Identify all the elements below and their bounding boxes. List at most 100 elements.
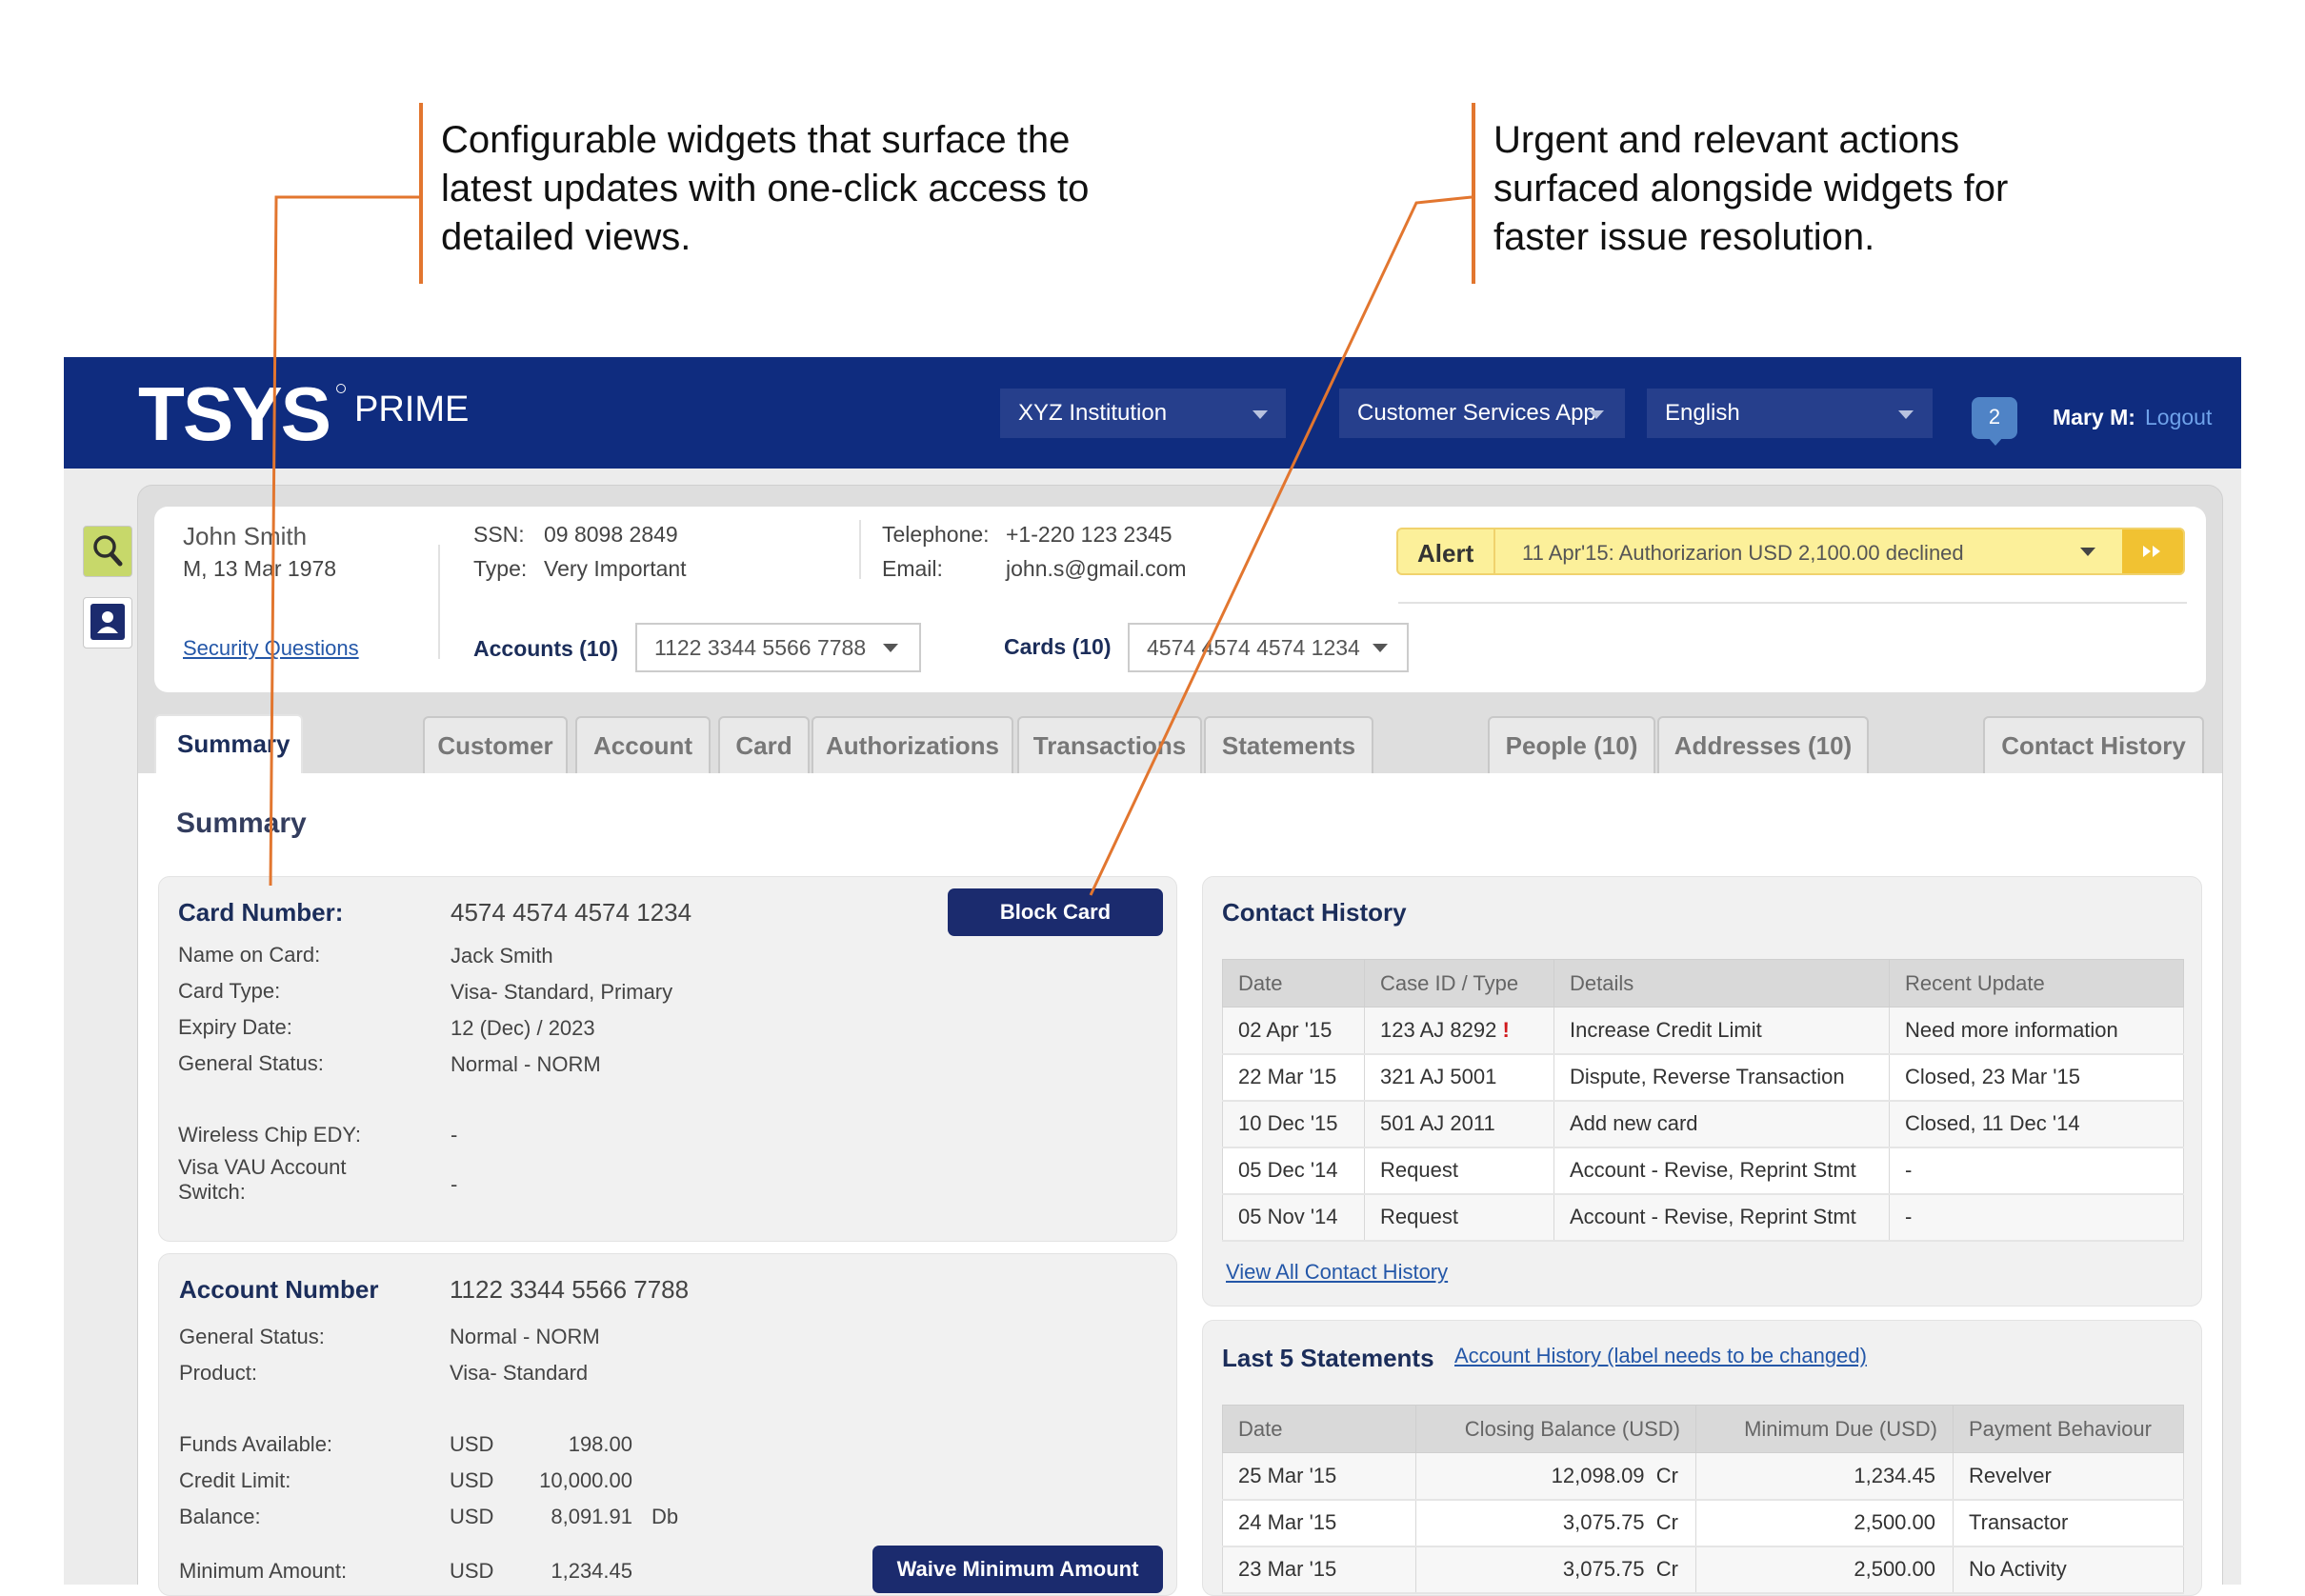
- card-field-value: Normal - NORM: [451, 1052, 601, 1076]
- institution-select[interactable]: XYZ Institution: [1000, 389, 1286, 438]
- annotation-right-line: faster issue resolution.: [1493, 216, 1875, 258]
- card-field-value: Jack Smith: [451, 944, 553, 968]
- chevron-down-icon[interactable]: [2080, 548, 2095, 556]
- logout-link[interactable]: Logout: [2145, 405, 2212, 430]
- tab-statements[interactable]: Statements: [1204, 716, 1373, 773]
- table-row[interactable]: 02 Apr '15 123 AJ 8292 ! Increase Credit…: [1222, 1007, 2184, 1055]
- money-suffix: Db: [651, 1505, 679, 1528]
- block-card-button[interactable]: Block Card: [948, 888, 1163, 936]
- cell-behaviour: Transactor: [1953, 1499, 2184, 1547]
- closing-amount: 3,075.75: [1562, 1557, 1645, 1581]
- annotation-left-line: latest updates with one-click access to: [441, 168, 1090, 209]
- user-name: Mary M:: [2053, 405, 2135, 429]
- card-widget: Card Number: 4574 4574 4574 1234 Block C…: [158, 876, 1177, 1242]
- alert-message: 11 Apr'15: Authorizarion USD 2,100.00 de…: [1522, 541, 1964, 565]
- cell-case: Request: [1364, 1147, 1554, 1195]
- cell-date: 23 Mar '15: [1222, 1546, 1416, 1594]
- cell-date: 25 Mar '15: [1222, 1452, 1416, 1501]
- cell-update: Need more information: [1889, 1007, 2184, 1055]
- registered-mark-icon: [336, 384, 346, 393]
- annotation-right: Urgent and relevant actions surfaced alo…: [1493, 116, 2008, 262]
- alert-bar[interactable]: Alert 11 Apr'15: Authorizarion USD 2,100…: [1396, 528, 2185, 575]
- app-select[interactable]: Customer Services App: [1339, 389, 1625, 438]
- cell-date: 02 Apr '15: [1222, 1007, 1365, 1055]
- cell-case: 321 AJ 5001: [1364, 1053, 1554, 1102]
- case-id: 123 AJ 8292: [1380, 1017, 1497, 1042]
- tab-addresses[interactable]: Addresses (10): [1657, 716, 1869, 773]
- statements-table: Date Closing Balance (USD) Minimum Due (…: [1222, 1405, 2184, 1594]
- card-number-label: Card Number:: [178, 898, 344, 927]
- page-title: Summary: [176, 808, 307, 839]
- email-value: john.s@gmail.com: [1006, 556, 1187, 581]
- account-number-label: Account Number: [179, 1275, 379, 1304]
- divider: [1493, 529, 1495, 573]
- institution-select-value: XYZ Institution: [1018, 400, 1168, 426]
- tab-customer[interactable]: Customer: [423, 716, 568, 773]
- table-row[interactable]: 10 Dec '15 501 AJ 2011 Add new card Clos…: [1222, 1100, 2184, 1148]
- account-select[interactable]: 1122 3344 5566 7788: [635, 623, 921, 672]
- tsys-logo: TSYS: [138, 371, 331, 456]
- money-currency: USD: [450, 1559, 494, 1583]
- account-history-link[interactable]: Account History (label needs to be chang…: [1454, 1344, 1867, 1368]
- table-row[interactable]: 05 Dec '14 Request Account - Revise, Rep…: [1222, 1147, 2184, 1195]
- money-currency: USD: [450, 1468, 494, 1492]
- cell-behaviour: Revelver: [1953, 1452, 2184, 1501]
- annotation-bar-right: [1472, 103, 1475, 284]
- type-value: Very Important: [544, 556, 687, 581]
- customer-name: John Smith: [183, 522, 308, 550]
- notifications-badge[interactable]: 2: [1972, 397, 2017, 439]
- customer-rail-button[interactable]: [83, 597, 132, 648]
- divider: [438, 545, 440, 659]
- statements-title: Last 5 Statements: [1222, 1344, 1434, 1372]
- tab-contact-history[interactable]: Contact History: [1983, 716, 2204, 773]
- table-row[interactable]: 05 Nov '14 Request Account - Revise, Rep…: [1222, 1193, 2184, 1242]
- summary-content: Summary Card Number: 4574 4574 4574 1234…: [138, 773, 2222, 1596]
- card-field-label: Wireless Chip EDY:: [178, 1123, 361, 1147]
- tab-account[interactable]: Account: [575, 716, 711, 773]
- account-field-value: Normal - NORM: [450, 1325, 600, 1348]
- card-field-label: Expiry Date:: [178, 1015, 292, 1039]
- chevron-down-icon: [883, 644, 898, 652]
- table-row[interactable]: 23 Mar '15 3,075.75 Cr 2,500.00 No Activ…: [1222, 1546, 2184, 1594]
- card-field-value: -: [451, 1172, 458, 1196]
- cell-case: 123 AJ 8292 !: [1364, 1007, 1554, 1055]
- contact-history-widget: Contact History Date Case ID / Type Deta…: [1202, 876, 2202, 1307]
- customer-meta: M, 13 Mar 1978: [183, 556, 337, 581]
- search-icon: [93, 535, 123, 567]
- waive-minimum-amount-button[interactable]: Waive Minimum Amount: [872, 1546, 1163, 1593]
- type-label: Type:: [473, 556, 528, 581]
- cell-update: Closed, 23 Mar '15: [1889, 1053, 2184, 1102]
- table-row[interactable]: 24 Mar '15 3,075.75 Cr 2,500.00 Transact…: [1222, 1499, 2184, 1547]
- money-label: Funds Available:: [179, 1432, 333, 1456]
- table-row[interactable]: 22 Mar '15 321 AJ 5001 Dispute, Reverse …: [1222, 1053, 2184, 1102]
- tab-authorizations[interactable]: Authorizations: [812, 716, 1013, 773]
- card-field-value: 12 (Dec) / 2023: [451, 1016, 595, 1040]
- ssn-label: SSN:: [473, 522, 525, 547]
- table-row[interactable]: 25 Mar '15 12,098.09 Cr 1,234.45 Revelve…: [1222, 1452, 2184, 1501]
- annotation-left: Configurable widgets that surface the la…: [441, 116, 1089, 262]
- account-number-value: 1122 3344 5566 7788: [450, 1275, 690, 1304]
- column-header: Date: [1222, 1405, 1416, 1453]
- search-rail-button[interactable]: [83, 526, 132, 577]
- language-select-value: English: [1665, 400, 1740, 426]
- language-select[interactable]: English: [1647, 389, 1933, 438]
- alert-next-button[interactable]: [2122, 529, 2183, 573]
- column-header: Date: [1222, 959, 1365, 1007]
- column-header: Details: [1553, 959, 1890, 1007]
- chevron-down-icon: [1589, 410, 1604, 419]
- security-questions-link[interactable]: Security Questions: [183, 636, 359, 661]
- cell-closing: 3,075.75 Cr: [1415, 1546, 1696, 1594]
- cell-min-due: 1,234.45: [1695, 1452, 1954, 1501]
- tab-transactions[interactable]: Transactions: [1017, 716, 1202, 773]
- tab-people[interactable]: People (10): [1488, 716, 1655, 773]
- tab-summary[interactable]: Summary: [154, 714, 303, 775]
- money-amount: 10,000.00: [539, 1468, 632, 1492]
- tab-card[interactable]: Card: [718, 716, 810, 773]
- fast-forward-icon: [2143, 546, 2160, 557]
- header-right-divider: [1398, 602, 2187, 604]
- chevron-down-icon: [1253, 410, 1268, 419]
- ssn-value: 09 8098 2849: [544, 522, 678, 547]
- app-select-value: Customer Services App: [1357, 400, 1596, 426]
- view-all-contact-history-link[interactable]: View All Contact History: [1226, 1260, 1448, 1285]
- card-select[interactable]: 4574 4574 4574 1234: [1128, 623, 1409, 672]
